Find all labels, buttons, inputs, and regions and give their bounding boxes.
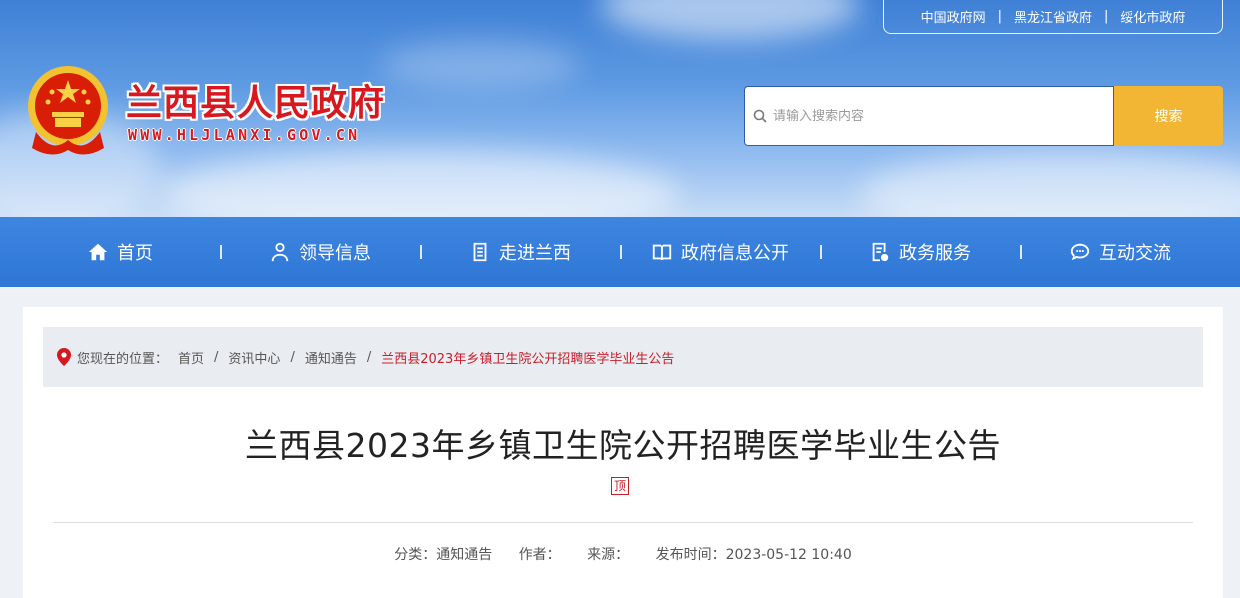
title-divider <box>53 522 1193 523</box>
top-links: 中国政府网 | 黑龙江省政府 | 绥化市政府 <box>883 0 1223 34</box>
nav-item-services[interactable]: 政务服务 <box>820 239 1020 265</box>
search-input[interactable] <box>773 108 1103 124</box>
nav-item-gov-info[interactable]: 政府信息公开 <box>620 239 820 265</box>
meta-category: 分类：通知通告 <box>394 547 493 563</box>
nav-item-leaders[interactable]: 领导信息 <box>220 239 420 265</box>
document-list-icon <box>473 242 487 262</box>
nav-item-label: 政府信息公开 <box>681 243 789 264</box>
breadcrumb-link-news[interactable]: 资讯中心 <box>228 348 280 367</box>
breadcrumb-separator: / <box>366 349 372 365</box>
meta-author: 作者： <box>518 547 561 563</box>
top-link-central-gov[interactable]: 中国政府网 <box>909 7 998 26</box>
breadcrumb: 您现在的位置： 首页 / 资讯中心 / 通知通告 / 兰西县2023年乡镇卫生院… <box>43 327 1203 387</box>
search-box <box>744 86 1114 146</box>
nav-item-label: 互动交流 <box>1099 243 1171 264</box>
site-url: WWW.HLJLANXI.GOV.CN <box>128 126 361 144</box>
article-title: 兰西县2023年乡镇卫生院公开招聘医学毕业生公告 <box>245 426 1001 465</box>
top-link-city-gov[interactable]: 绥化市政府 <box>1108 7 1197 26</box>
print-icon[interactable]: 顶 <box>611 477 629 495</box>
breadcrumb-separator: / <box>290 349 295 365</box>
national-emblem-icon <box>28 66 108 155</box>
article-meta: 分类：通知通告 作者： 来源： 发布时间：2023-05-12 10:40 <box>23 544 1223 564</box>
meta-source: 来源： <box>587 547 630 563</box>
search-icon <box>753 109 767 123</box>
search-button[interactable]: 搜索 <box>1114 86 1223 146</box>
user-icon <box>271 242 289 262</box>
home-icon <box>88 243 108 261</box>
breadcrumb-separator: / <box>214 349 219 365</box>
nav-item-label: 领导信息 <box>299 243 371 264</box>
nav-item-about[interactable]: 走进兰西 <box>420 239 620 265</box>
nav-item-label: 首页 <box>117 243 153 264</box>
site-header: 中国政府网 | 黑龙江省政府 | 绥化市政府 兰西县人民政府 WWW.HLJLA… <box>0 0 1240 217</box>
breadcrumb-link-notices[interactable]: 通知通告 <box>305 348 357 367</box>
nav-item-label: 政务服务 <box>899 243 971 264</box>
breadcrumb-link-home[interactable]: 首页 <box>178 348 204 367</box>
article-card: 您现在的位置： 首页 / 资讯中心 / 通知通告 / 兰西县2023年乡镇卫生院… <box>23 307 1223 598</box>
top-link-province-gov[interactable]: 黑龙江省政府 <box>1002 7 1104 26</box>
nav-item-label: 走进兰西 <box>499 243 571 264</box>
site-title: 兰西县人民政府 <box>126 83 386 124</box>
breadcrumb-prefix: 您现在的位置： <box>77 351 169 367</box>
breadcrumb-current[interactable]: 兰西县2023年乡镇卫生院公开招聘医学毕业生公告 <box>381 348 674 367</box>
clipboard-check-icon <box>872 242 889 262</box>
location-pin-icon <box>57 348 71 366</box>
nav-item-home[interactable]: 首页 <box>20 239 220 265</box>
book-icon <box>652 244 672 261</box>
chat-bubble-icon <box>1070 243 1090 261</box>
meta-published: 发布时间：2023-05-12 10:40 <box>655 547 852 563</box>
nav-item-interaction[interactable]: 互动交流 <box>1020 239 1220 265</box>
main-nav: 首页 领导信息 走进兰西 政府信息公开 政务服务 互动交流 <box>0 217 1240 287</box>
